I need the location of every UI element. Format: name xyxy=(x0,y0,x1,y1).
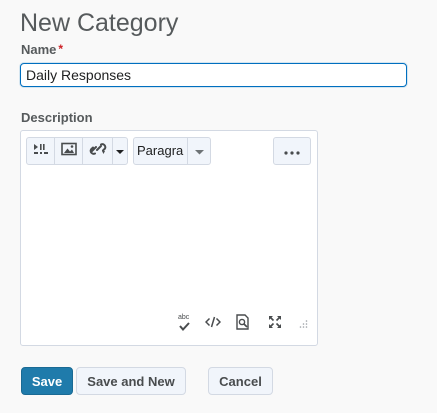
chevron-down-icon xyxy=(194,142,204,160)
insert-stuff-button[interactable] xyxy=(27,138,56,164)
description-editor: Paragra abc xyxy=(20,130,318,346)
insert-image-icon xyxy=(60,142,77,161)
more-icon xyxy=(284,142,300,160)
page-title: New Category xyxy=(20,9,179,37)
more-options-button[interactable] xyxy=(273,137,311,165)
resize-grip[interactable] xyxy=(298,320,308,330)
preview-icon xyxy=(235,313,251,335)
format-select-caret xyxy=(187,138,210,164)
preview-button[interactable] xyxy=(235,313,251,335)
insert-stuff-icon xyxy=(33,142,49,161)
dropdown-caret-icon xyxy=(116,142,125,160)
insert-image-button[interactable] xyxy=(55,138,84,164)
fullscreen-button[interactable] xyxy=(267,315,283,334)
editor-content-area[interactable] xyxy=(27,171,311,309)
required-marker: * xyxy=(58,42,64,56)
fullscreen-icon xyxy=(268,315,282,334)
resize-grip-icon xyxy=(298,316,308,334)
source-code-icon xyxy=(204,315,222,333)
description-label: Description xyxy=(21,110,93,125)
insert-link-button[interactable] xyxy=(83,138,114,164)
insert-link-icon xyxy=(89,141,107,162)
save-and-new-button[interactable]: Save and New xyxy=(76,367,186,395)
spellcheck-icon: abc xyxy=(177,314,193,332)
cancel-button[interactable]: Cancel xyxy=(208,367,273,395)
insert-dropdown-button[interactable] xyxy=(113,138,127,164)
spellcheck-button[interactable]: abc xyxy=(177,314,193,332)
name-label-row: Name * xyxy=(21,42,63,57)
save-button[interactable]: Save xyxy=(21,367,73,395)
insert-toolbar-group xyxy=(26,137,128,165)
name-input[interactable] xyxy=(20,63,407,87)
source-code-button[interactable] xyxy=(204,315,222,333)
format-select-value: Paragra xyxy=(137,143,184,158)
name-label: Name xyxy=(21,42,57,57)
format-select[interactable]: Paragra xyxy=(133,137,211,165)
